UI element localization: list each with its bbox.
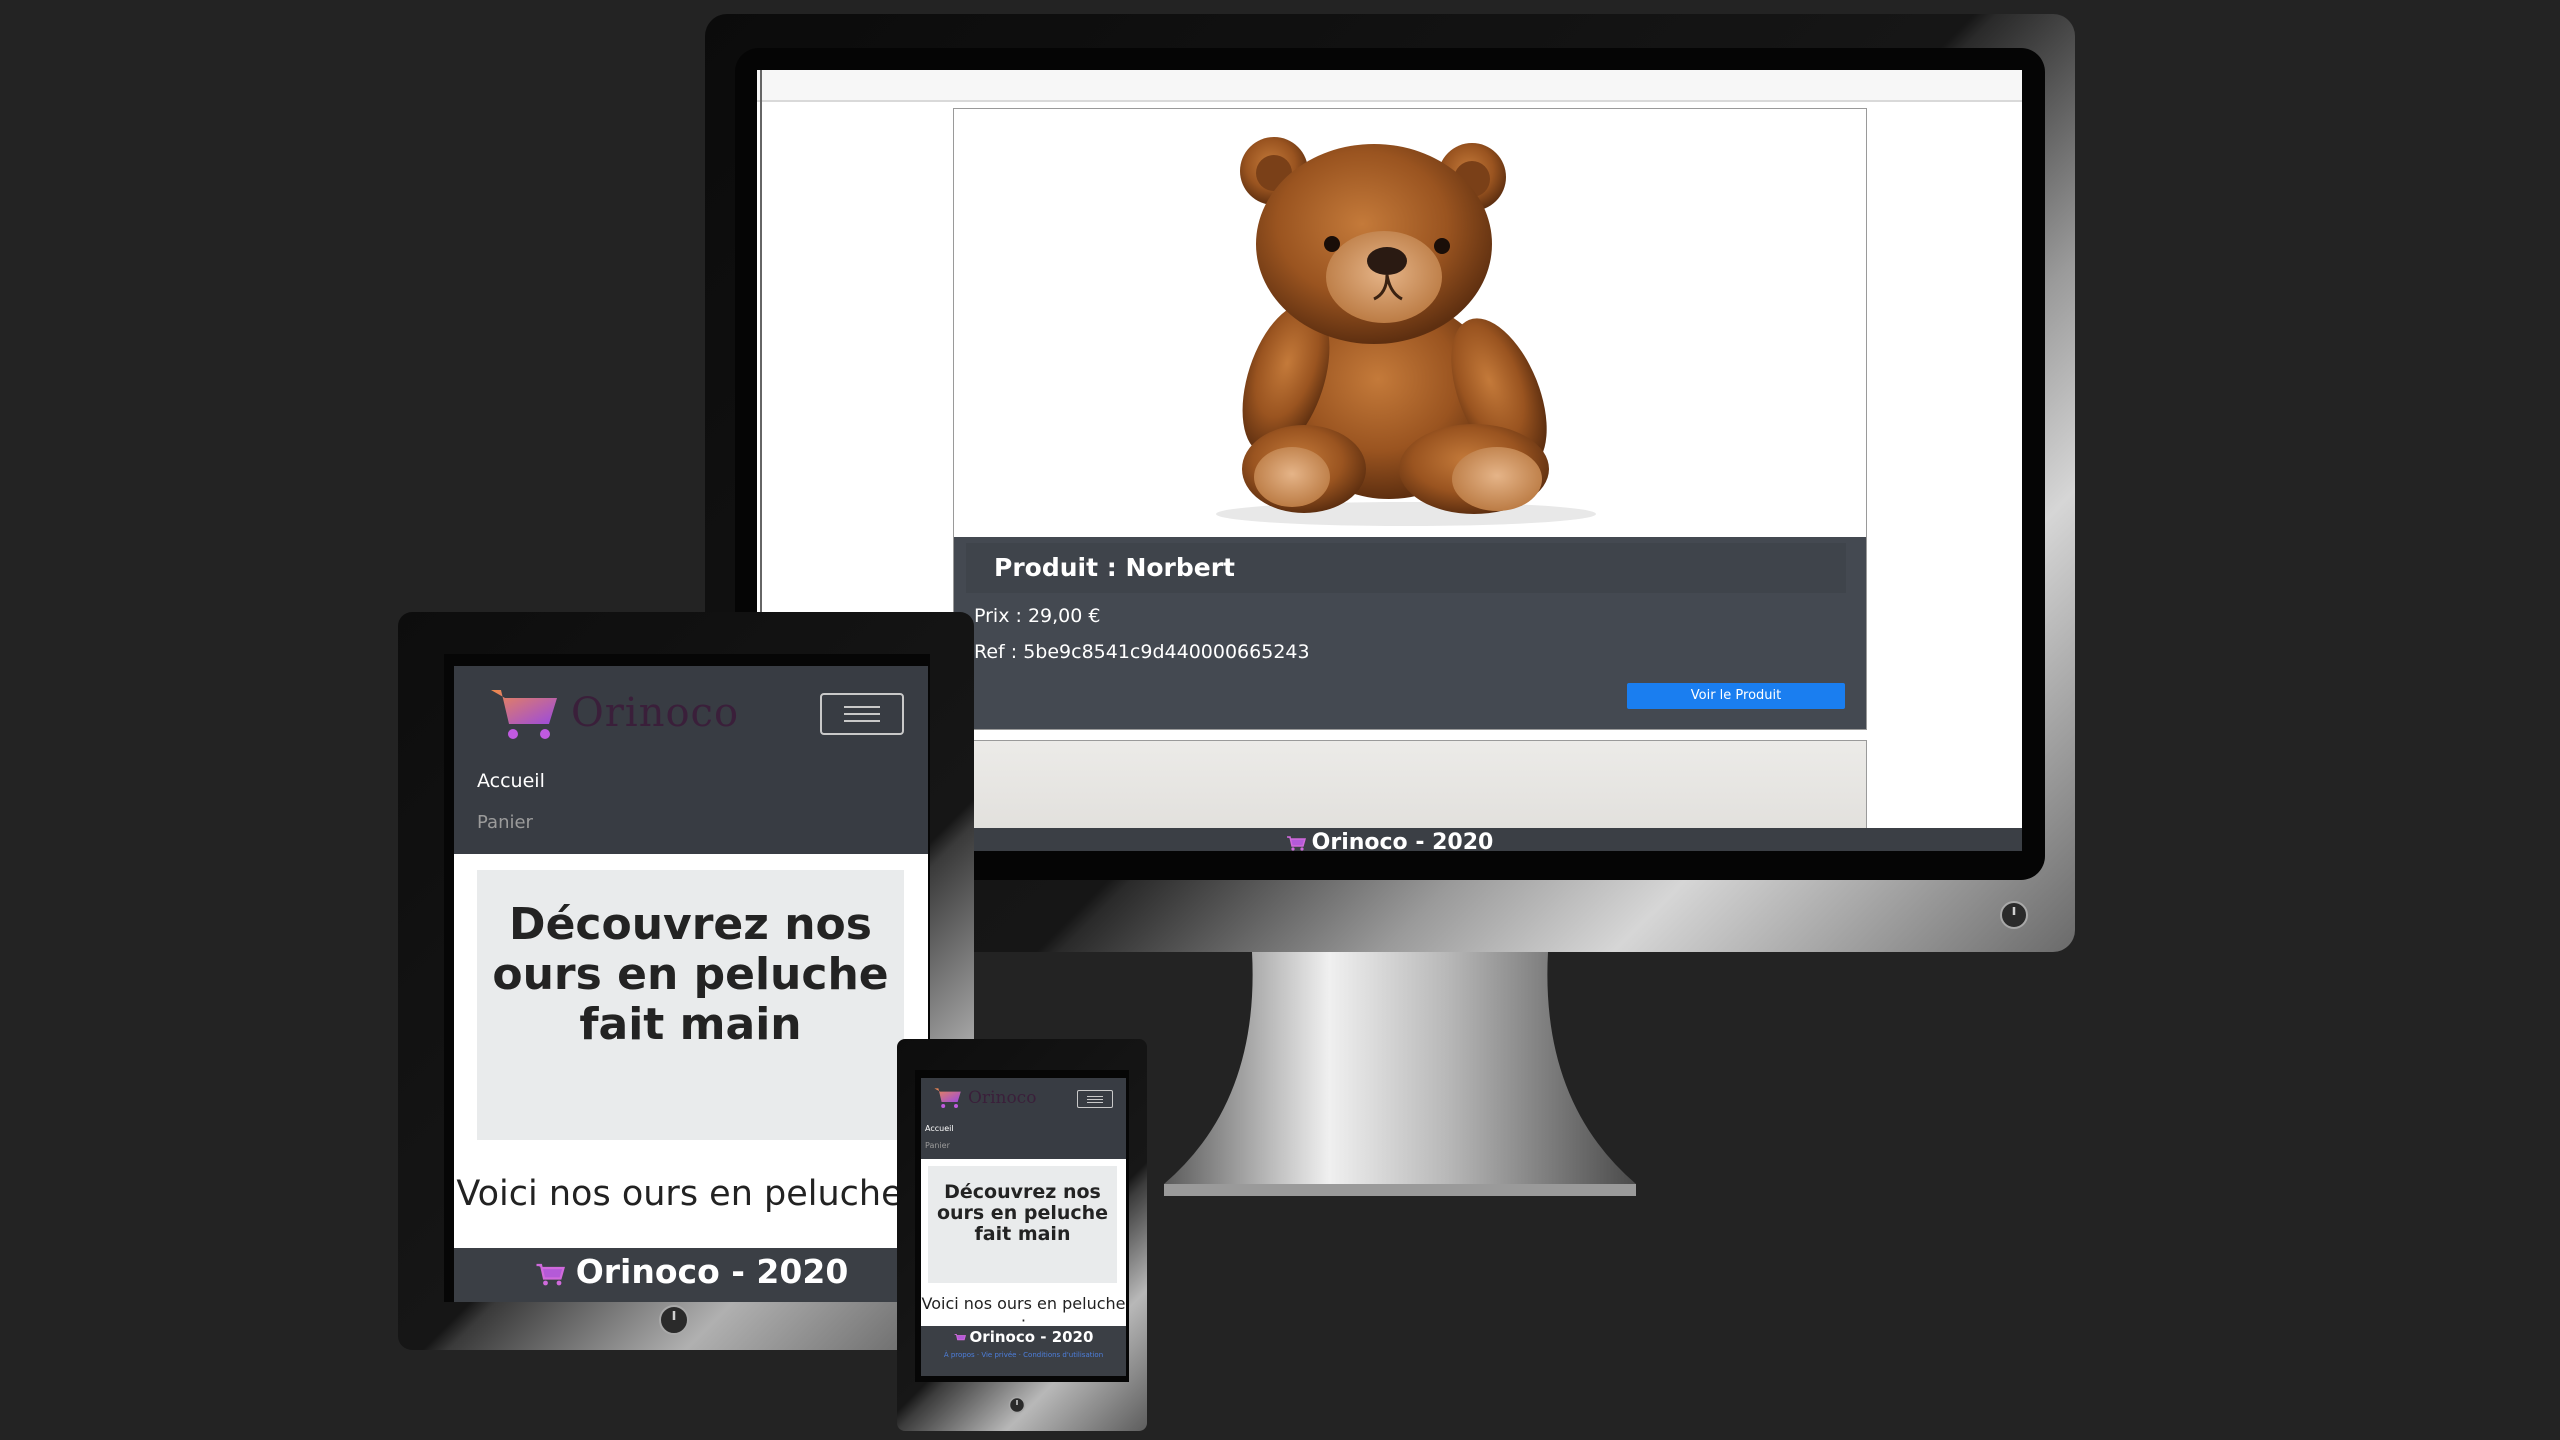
product-title: Produit : Norbert bbox=[966, 543, 1846, 593]
cart-logo-icon[interactable] bbox=[933, 1086, 963, 1110]
logo-text[interactable]: Orinoco bbox=[571, 690, 739, 736]
hero-headline: Découvrez nos ours en peluche fait main bbox=[492, 899, 889, 1050]
product-card-body: Produit : Norbert Prix : 29,00 € Ref : 5… bbox=[954, 537, 1866, 729]
browser-top-bar bbox=[757, 70, 2022, 102]
hero-headline: Découvrez nos ours en peluche fait main bbox=[936, 1181, 1109, 1245]
phone-navbar: Orinoco Accueil Panier bbox=[921, 1078, 1126, 1159]
products-subheading: Voici nos ours en peluche : bbox=[456, 1174, 926, 1214]
cart-logo-icon bbox=[536, 1263, 565, 1285]
cart-logo-icon bbox=[1286, 836, 1306, 851]
phone-footer-title: Orinoco - 2020 bbox=[921, 1328, 1126, 1346]
power-icon[interactable] bbox=[1999, 900, 2029, 930]
product-ref: Ref : 5be9c8541c9d440000665243 bbox=[974, 641, 1310, 663]
hamburger-menu-icon[interactable] bbox=[1077, 1090, 1113, 1108]
product-price: Prix : 29,00 € bbox=[974, 605, 1101, 627]
product-image-teddy-bear bbox=[954, 109, 1866, 537]
product-card: Produit : Norbert Prix : 29,00 € Ref : 5… bbox=[953, 108, 1867, 730]
footer-links[interactable]: À propos · Vie privée · Conditions d'uti… bbox=[921, 1350, 1126, 1361]
hero-jumbotron: Découvrez nos ours en peluche fait main bbox=[928, 1166, 1117, 1283]
nav-item-accueil[interactable]: Accueil bbox=[477, 770, 545, 792]
tablet-screen: Orinoco Accueil Panier Découvrez nos our… bbox=[454, 666, 928, 1302]
phone-screen: Orinoco Accueil Panier Découvrez nos our… bbox=[921, 1078, 1126, 1376]
nav-item-accueil[interactable]: Accueil bbox=[925, 1124, 954, 1133]
power-icon[interactable] bbox=[658, 1304, 690, 1336]
monitor-stand bbox=[1164, 952, 1636, 1196]
cart-logo-icon bbox=[954, 1333, 966, 1340]
cart-logo-icon[interactable] bbox=[489, 684, 561, 744]
teddy-bear-illustration bbox=[1216, 137, 1596, 526]
monitor-footer-text: Orinoco - 2020 bbox=[1311, 830, 1494, 851]
tablet-footer: Orinoco - 2020 bbox=[454, 1248, 928, 1302]
hero-jumbotron: Découvrez nos ours en peluche fait main bbox=[477, 870, 904, 1140]
nav-item-panier[interactable]: Panier bbox=[477, 812, 533, 833]
power-icon[interactable] bbox=[1008, 1396, 1026, 1414]
nav-item-panier[interactable]: Panier bbox=[925, 1141, 950, 1150]
logo-text[interactable]: Orinoco bbox=[968, 1088, 1036, 1108]
phone-footer: Orinoco - 2020 À propos · Vie privée · C… bbox=[921, 1326, 1126, 1376]
phone-footer-text: Orinoco - 2020 bbox=[969, 1328, 1094, 1346]
tablet-footer-text: Orinoco - 2020 bbox=[575, 1252, 849, 1291]
tablet-navbar: Orinoco Accueil Panier bbox=[454, 666, 928, 854]
hamburger-menu-icon[interactable] bbox=[820, 693, 904, 735]
view-product-button[interactable]: Voir le Produit bbox=[1627, 683, 1845, 709]
